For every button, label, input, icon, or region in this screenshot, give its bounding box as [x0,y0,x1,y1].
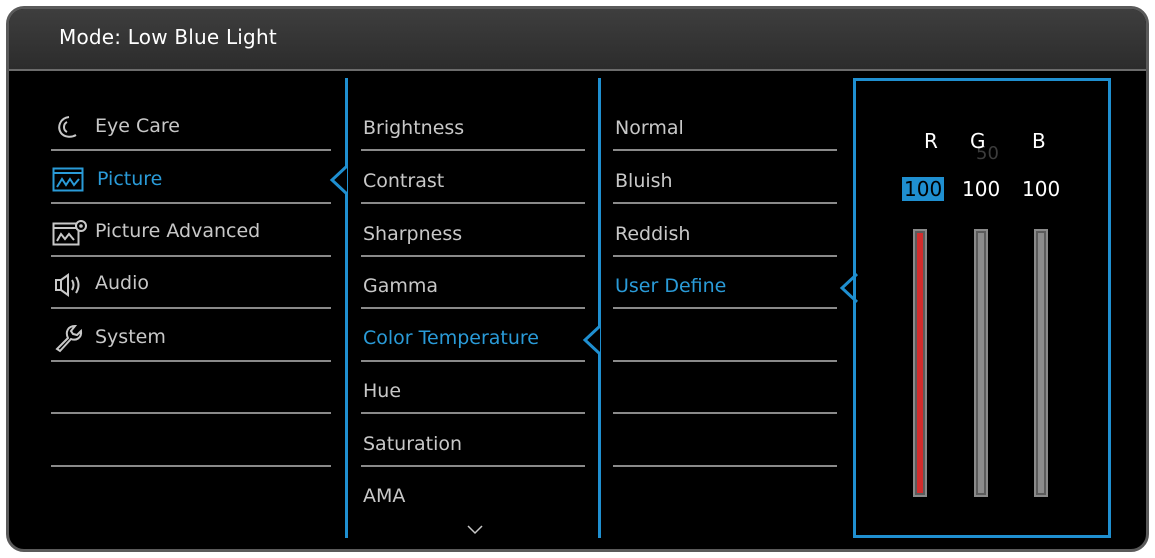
menu-item-system[interactable]: System [95,326,166,348]
menu-item-picture[interactable]: Picture [97,168,162,190]
menu-divider [51,465,331,467]
submenu-border [345,78,348,538]
submenu-item-saturation[interactable]: Saturation [363,433,462,455]
menu-divider [51,412,331,414]
eye-care-icon [58,116,77,138]
channel-value-g[interactable]: 100 [962,177,1000,201]
osd-window: Mode: Low Blue Light Eye Care Picture Pi… [6,6,1149,552]
audio-icon [55,273,80,297]
submenu-item-sharpness[interactable]: Sharpness [363,223,462,245]
submenu-item-gamma[interactable]: Gamma [363,275,438,297]
picture-advanced-icon [52,220,87,246]
submenu-divider [361,149,585,151]
submenu-item-color-temperature[interactable]: Color Temperature [363,327,539,349]
slider-fill-b [1038,233,1044,493]
submenu-item-contrast[interactable]: Contrast [363,170,444,192]
channel-value-r[interactable]: 100 [902,177,945,201]
menu-divider [51,149,331,151]
option-divider [613,149,837,151]
submenu-divider [361,307,585,309]
submenu-divider [361,255,585,257]
option-divider [613,412,837,414]
menu-item-picture-advanced[interactable]: Picture Advanced [95,220,260,242]
picture-icon [52,167,84,192]
slider-fill-r [917,233,923,493]
user-define-panel: 50 R G B 100 100 100 [853,78,1111,538]
channel-label-g: G [970,129,986,153]
slider-g[interactable] [974,229,988,497]
menu-divider [51,202,331,204]
system-icon [55,324,83,353]
menu-divider [51,360,331,362]
menu-item-audio[interactable]: Audio [95,272,149,294]
menu-divider [51,255,331,257]
option-divider [613,202,837,204]
option-reddish[interactable]: Reddish [615,223,690,245]
channel-value-b[interactable]: 100 [1022,177,1060,201]
mode-title: Mode: Low Blue Light [59,25,277,49]
osd-header: Mode: Low Blue Light [9,9,1146,71]
option-divider [613,465,837,467]
submenu-item-brightness[interactable]: Brightness [363,117,464,139]
menu-divider [51,307,331,309]
option-divider [613,255,837,257]
submenu-divider [361,360,585,362]
menu-item-eye-care[interactable]: Eye Care [95,115,180,137]
submenu-divider [361,465,585,467]
option-bluish[interactable]: Bluish [615,170,673,192]
channel-label-b: B [1032,129,1046,153]
channel-label-r: R [924,129,938,153]
option-divider [613,360,837,362]
option-divider [613,307,837,309]
option-normal[interactable]: Normal [615,117,684,139]
chevron-left-icon [582,325,602,355]
option-user-define[interactable]: User Define [615,275,726,297]
submenu-item-ama[interactable]: AMA [363,485,405,507]
slider-b[interactable] [1034,229,1048,497]
slider-fill-g [978,233,984,493]
submenu-divider [361,202,585,204]
submenu-divider [361,412,585,414]
submenu-item-hue[interactable]: Hue [363,380,401,402]
slider-r[interactable] [913,229,927,497]
chevron-left-icon [329,165,349,195]
submenu-border [598,78,601,538]
scroll-down-icon[interactable] [467,525,483,535]
